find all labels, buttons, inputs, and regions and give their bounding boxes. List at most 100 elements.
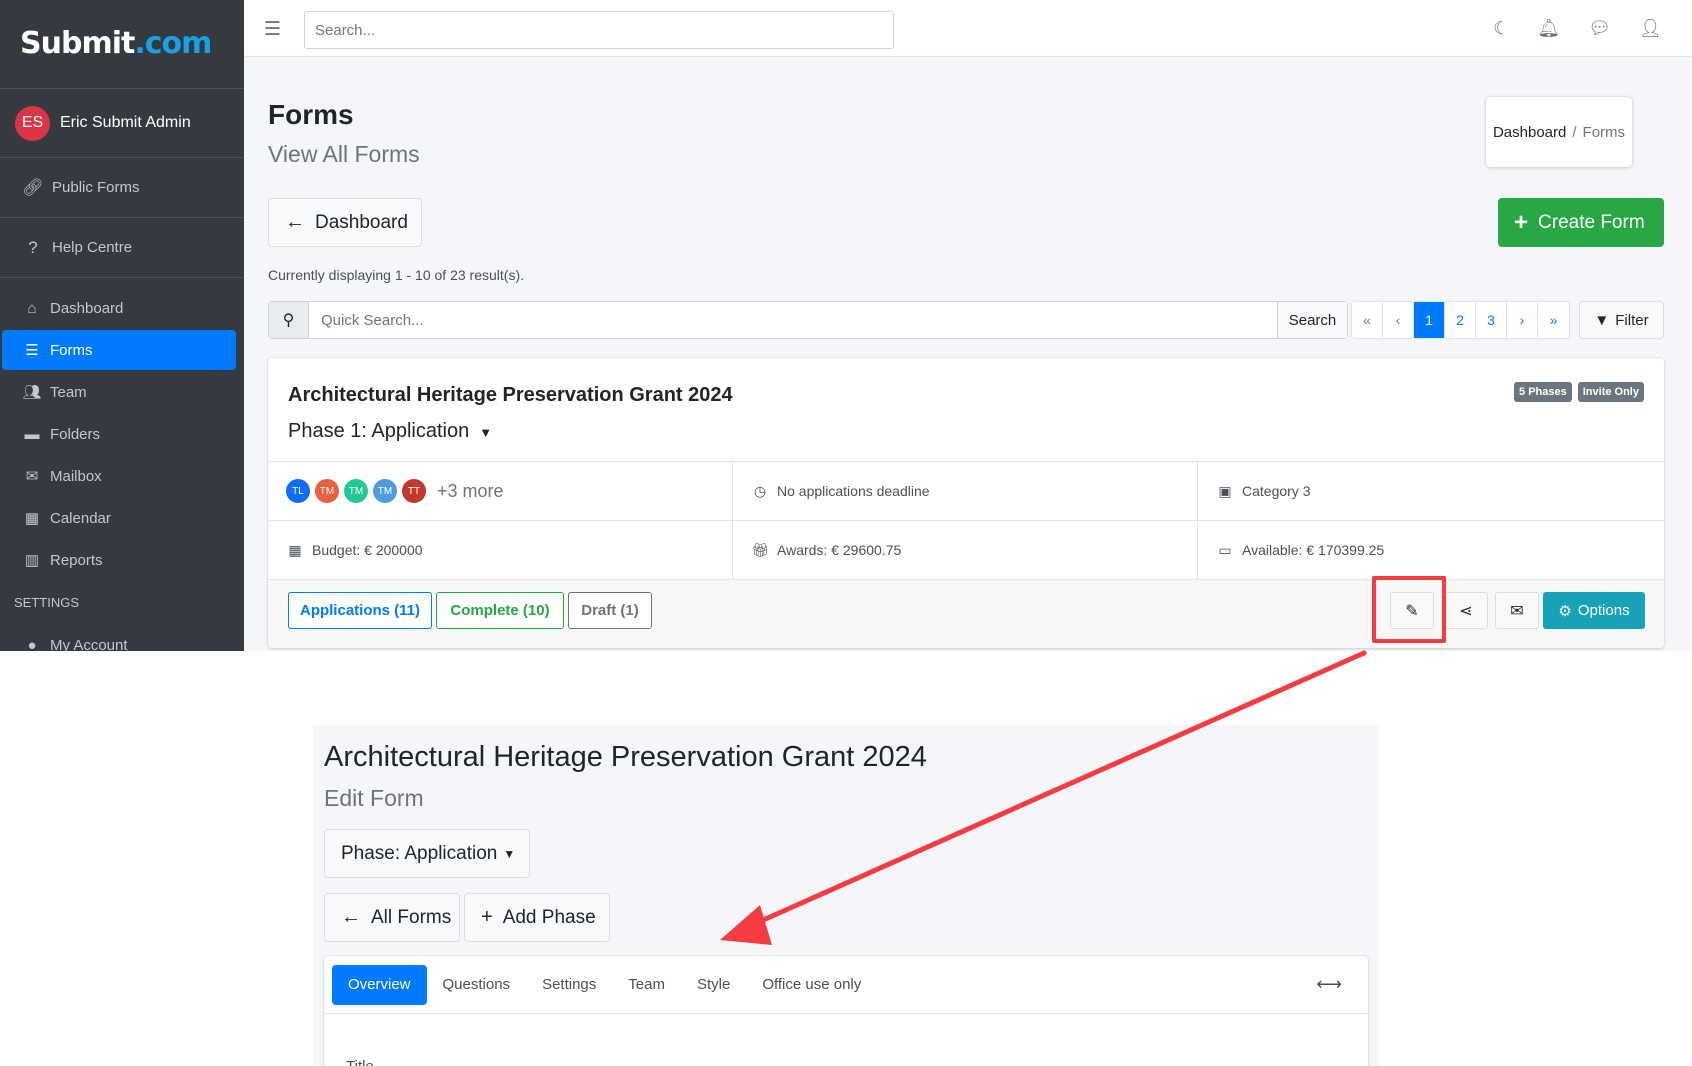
filter-icon: ▼ — [1594, 311, 1610, 329]
page-prev[interactable]: ‹ — [1383, 302, 1414, 338]
available-text: Available: € 170399.25 — [1242, 542, 1385, 558]
plus-icon: + — [1514, 208, 1529, 236]
quick-search-input[interactable]: Quick Search... — [309, 302, 1277, 338]
complete-button[interactable]: Complete (10) — [436, 592, 564, 629]
team-more[interactable]: +3 more — [437, 481, 504, 502]
edit-form-tabs: Overview Questions Settings Team Style O… — [324, 956, 1368, 1014]
sidebar: Submit.com ES Eric Submit Admin 🔗︎ Publi… — [0, 0, 244, 651]
page-1[interactable]: 1 — [1414, 302, 1445, 338]
sidebar-item-public-forms[interactable]: 🔗︎ Public Forms — [0, 158, 244, 218]
sidebar-item-folders[interactable]: ▬ Folders — [2, 414, 236, 454]
quick-search-group: ⚲ Quick Search... Search — [268, 301, 1348, 339]
share-icon: ⋖ — [1459, 602, 1473, 620]
page-last[interactable]: » — [1538, 302, 1569, 338]
caret-down-icon: ▼ — [503, 846, 516, 861]
bell-icon[interactable]: 🔔︎ — [1537, 18, 1560, 39]
topbar-icons: ☾ 🔔︎ 💬︎ 👤︎ — [1493, 18, 1662, 39]
sidebar-item-reports[interactable]: ▥ Reports — [2, 540, 236, 580]
options-button[interactable]: ⚙ Options — [1543, 592, 1645, 629]
page-first[interactable]: « — [1352, 302, 1383, 338]
sidebar-item-label: Reports — [50, 551, 103, 569]
dashboard-button-label: Dashboard — [315, 211, 408, 233]
form-badges: 5 Phases Invite Only — [1514, 382, 1644, 402]
dashboard-button[interactable]: ← Dashboard — [268, 198, 422, 247]
pagination: « ‹ 1 2 3 › » — [1351, 301, 1570, 339]
breadcrumb-dashboard[interactable]: Dashboard — [1493, 124, 1566, 141]
comments-icon[interactable]: 💬︎ — [1588, 18, 1611, 39]
sidebar-item-mailbox[interactable]: ✉ Mailbox — [2, 456, 236, 496]
share-button[interactable]: ⋖ — [1444, 592, 1488, 629]
tab-settings[interactable]: Settings — [526, 965, 612, 1005]
list-icon: ☰ — [25, 342, 39, 359]
deadline-text: No applications deadline — [777, 483, 930, 499]
team-avatar[interactable]: TT — [402, 479, 426, 503]
category-cell: ▣ Category 3 — [1198, 462, 1664, 520]
forms-list-screenshot: Submit.com ES Eric Submit Admin 🔗︎ Publi… — [0, 0, 1692, 651]
phase-select-button[interactable]: Phase: Application ▼ — [324, 829, 530, 878]
team-avatar[interactable]: TM — [373, 479, 397, 503]
tab-style[interactable]: Style — [681, 965, 746, 1005]
hamburger-icon[interactable]: ☰ — [264, 18, 281, 41]
email-button[interactable]: ✉ — [1495, 592, 1539, 629]
envelope-icon: ✉ — [25, 468, 39, 485]
search-button[interactable]: Search — [1277, 302, 1347, 338]
filter-button[interactable]: ▼ Filter — [1579, 301, 1664, 339]
gear-icon: ⚙ — [1558, 602, 1572, 620]
info-row: ▦ Budget: € 200000 🎁︎ Awards: € 29600.75… — [268, 521, 1664, 580]
sidebar-item-help-centre[interactable]: ? Help Centre — [0, 218, 244, 278]
page-subtitle: View All Forms — [268, 141, 420, 167]
available-cell: ▭ Available: € 170399.25 — [1198, 521, 1664, 579]
page-next[interactable]: › — [1507, 302, 1538, 338]
plus-icon: + — [481, 906, 493, 928]
page-2[interactable]: 2 — [1445, 302, 1476, 338]
breadcrumb-separator: / — [1572, 123, 1577, 141]
edit-form-subtitle: Edit Form — [324, 785, 424, 811]
applications-button[interactable]: Applications (11) — [288, 592, 432, 629]
user-circle-icon: ● — [27, 636, 37, 652]
user-panel[interactable]: ES Eric Submit Admin — [0, 89, 244, 158]
draft-button[interactable]: Draft (1) — [568, 592, 652, 629]
budget-text: Budget: € 200000 — [312, 542, 423, 558]
logo[interactable]: Submit.com — [0, 0, 244, 89]
moon-icon[interactable]: ☾ — [1493, 18, 1509, 39]
tab-questions[interactable]: Questions — [427, 965, 527, 1005]
tab-office-use-only[interactable]: Office use only — [746, 965, 877, 1005]
sidebar-item-forms[interactable]: ☰ Forms — [2, 330, 236, 370]
sidebar-item-dashboard[interactable]: ⌂ Dashboard — [2, 288, 236, 328]
add-phase-button[interactable]: + Add Phase — [464, 893, 610, 942]
all-forms-button[interactable]: ← All Forms — [324, 893, 460, 942]
calculator-icon: ▦ — [288, 541, 302, 558]
tab-team[interactable]: Team — [612, 965, 681, 1005]
breadcrumb: Dashboard / Forms — [1486, 97, 1632, 167]
awards-cell: 🎁︎ Awards: € 29600.75 — [733, 521, 1198, 579]
tab-overview[interactable]: Overview — [332, 964, 427, 1005]
expand-icon[interactable]: ⟷ — [1316, 974, 1342, 995]
phase-dropdown[interactable]: Phase 1: Application ▼ — [288, 420, 492, 443]
sidebar-item-team[interactable]: 👥︎ Team — [2, 372, 236, 412]
title-field-label: Title — [346, 1058, 374, 1066]
team-avatar[interactable]: TM — [344, 479, 368, 503]
phase-select-label: Phase: Application — [341, 842, 498, 864]
form-title[interactable]: Architectural Heritage Preservation Gran… — [288, 384, 733, 407]
canvas: Submit.com ES Eric Submit Admin 🔗︎ Publi… — [0, 0, 1692, 1066]
deadline-cell: ◷ No applications deadline — [733, 462, 1198, 520]
arrow-left-icon: ← — [285, 211, 305, 233]
sidebar-item-label: Team — [50, 383, 87, 401]
edit-button-highlight — [1372, 576, 1446, 643]
team-avatar[interactable]: TM — [315, 479, 339, 503]
sidebar-item-my-account[interactable]: ● My Account — [2, 625, 236, 652]
avatar: ES — [15, 105, 50, 141]
create-form-button[interactable]: + Create Form — [1498, 198, 1664, 247]
search-input[interactable] — [304, 11, 894, 49]
awards-text: Awards: € 29600.75 — [777, 542, 902, 558]
form-card-footer: Applications (11) Complete (10) Draft (1… — [268, 579, 1664, 648]
logo-suffix: .com — [134, 26, 212, 61]
team-avatar[interactable]: TL — [286, 479, 310, 503]
clock-icon: ◷ — [753, 482, 767, 499]
team-avatars: TL TM TM TM TT +3 more — [268, 462, 733, 520]
user-icon[interactable]: 👤︎ — [1639, 18, 1662, 39]
sidebar-item-calendar[interactable]: ▦ Calendar — [2, 498, 236, 538]
question-icon: ? — [28, 237, 38, 257]
page-3[interactable]: 3 — [1476, 302, 1507, 338]
home-icon: ⌂ — [27, 299, 37, 317]
